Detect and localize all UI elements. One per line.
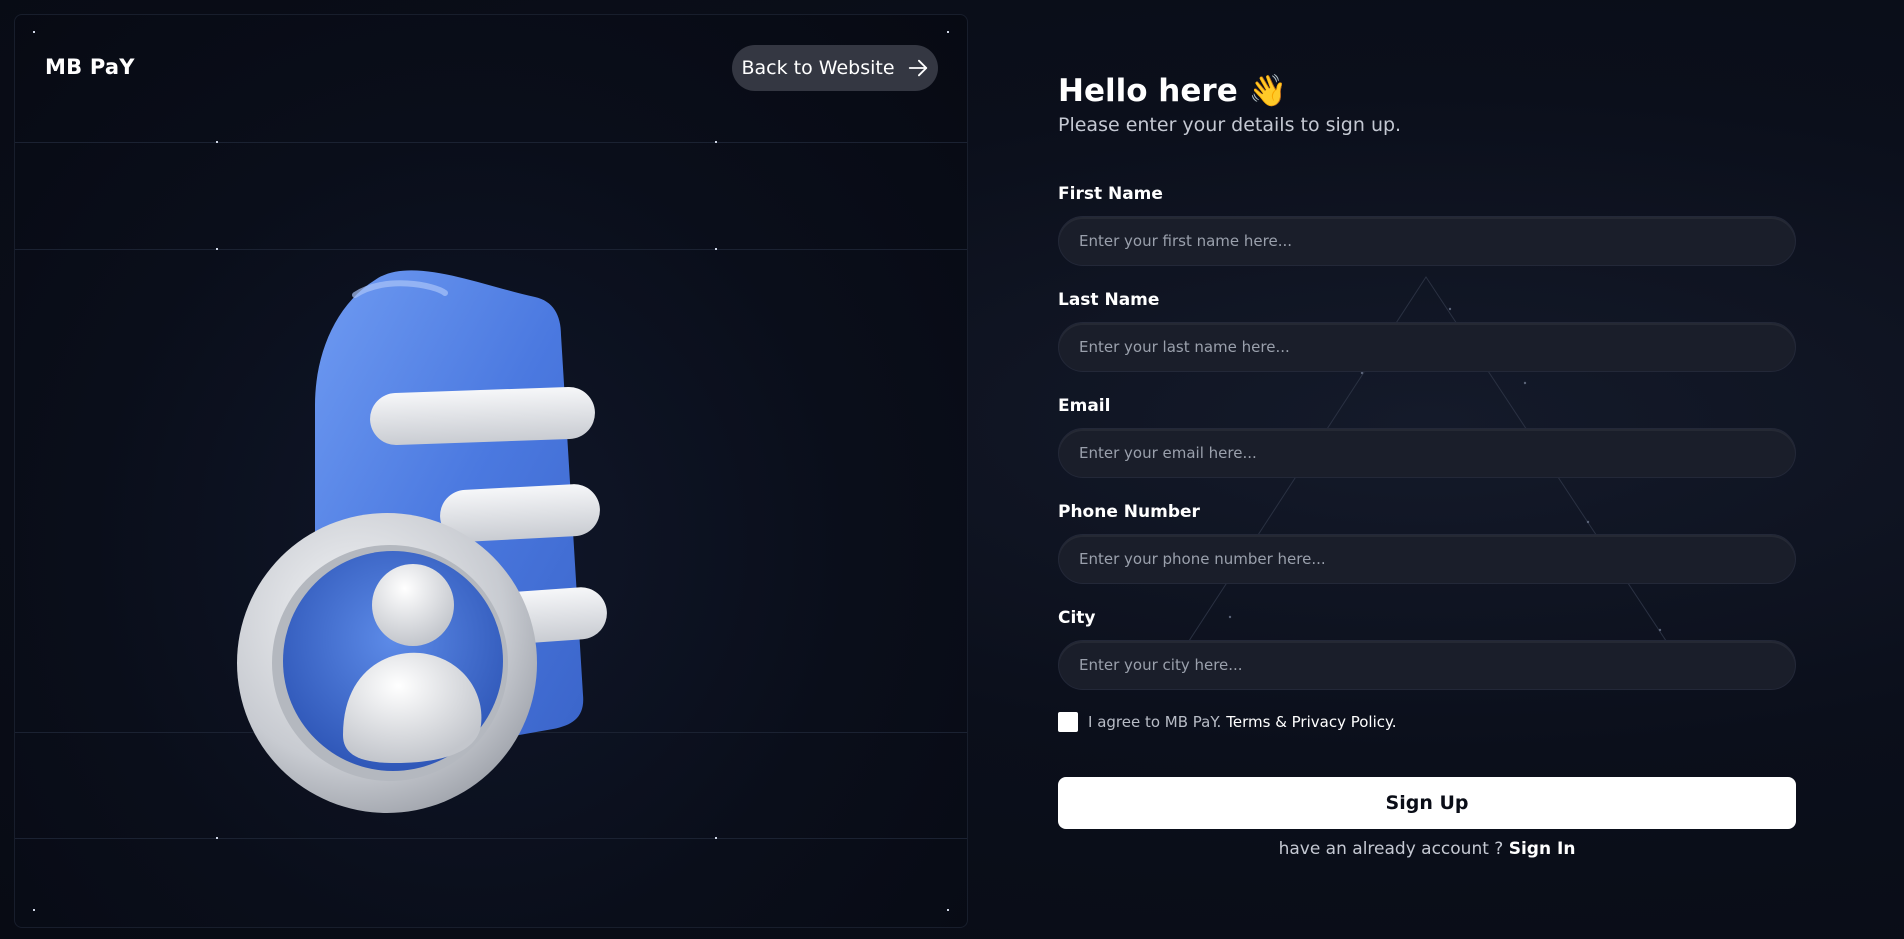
terms-link[interactable]: Terms & Privacy Policy. [1226, 713, 1396, 731]
grid-dot [216, 141, 218, 143]
grid-dot [33, 31, 35, 33]
grid-line [15, 249, 967, 250]
sign-up-button[interactable]: Sign Up [1058, 777, 1796, 829]
grid-dot [33, 909, 35, 911]
city-input[interactable] [1058, 640, 1796, 690]
page-subtitle: Please enter your details to sign up. [1058, 114, 1402, 136]
grid-dot [947, 31, 949, 33]
terms-agreement: I agree to MB PaY. Terms & Privacy Polic… [1058, 712, 1796, 732]
last-name-input[interactable] [1058, 322, 1796, 372]
signup-form: Hello here 👋 Please enter your details t… [1058, 70, 1796, 859]
email-input[interactable] [1058, 428, 1796, 478]
grid-line [15, 142, 967, 143]
grid-dot [715, 141, 717, 143]
last-name-field-group: Last Name [1058, 290, 1796, 396]
city-label: City [1058, 608, 1096, 628]
grid-dot [216, 248, 218, 250]
page-title: Hello here 👋 [1058, 73, 1288, 109]
terms-checkbox[interactable] [1058, 712, 1078, 732]
agree-text: I agree to MB PaY. [1088, 713, 1222, 731]
sign-in-prompt: have an already account ? Sign In [1058, 839, 1796, 859]
email-label: Email [1058, 396, 1111, 416]
back-to-website-label: Back to Website [741, 57, 895, 79]
sign-in-prompt-text: have an already account ? [1278, 839, 1504, 859]
email-field-group: Email [1058, 396, 1796, 502]
hero-panel: MB PaY Back to Website [14, 14, 968, 928]
first-name-label: First Name [1058, 184, 1163, 204]
phone-input[interactable] [1058, 534, 1796, 584]
first-name-input[interactable] [1058, 216, 1796, 266]
city-field-group: City [1058, 608, 1796, 714]
grid-dot [947, 909, 949, 911]
signup-page: MB PaY Back to Website Hello here 👋 Plea… [0, 0, 1904, 939]
sign-in-link[interactable]: Sign In [1509, 839, 1576, 859]
phone-label: Phone Number [1058, 502, 1200, 522]
back-to-website-button[interactable]: Back to Website [732, 45, 938, 91]
user-document-3d-icon [237, 270, 607, 813]
grid-dot [715, 248, 717, 250]
form-fields: First Name Last Name Email Phone Number … [1058, 184, 1796, 714]
phone-field-group: Phone Number [1058, 502, 1796, 608]
arrow-right-icon [908, 59, 927, 77]
last-name-label: Last Name [1058, 290, 1160, 310]
grid-dot [216, 837, 218, 839]
brand-logo[interactable]: MB PaY [45, 55, 135, 79]
first-name-field-group: First Name [1058, 184, 1796, 290]
